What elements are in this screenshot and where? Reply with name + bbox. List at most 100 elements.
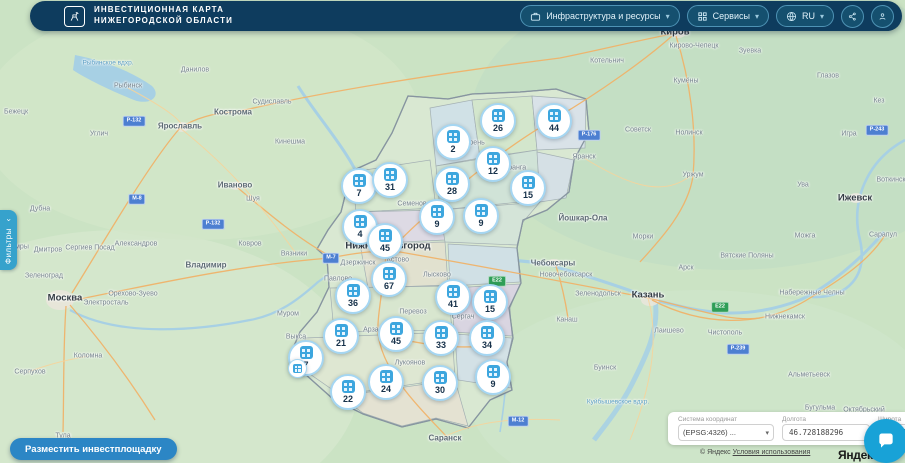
cluster-marker[interactable]: 33 <box>423 320 459 356</box>
profile-button[interactable] <box>871 5 894 28</box>
cluster-marker[interactable]: 7 <box>341 168 377 204</box>
building-icon <box>447 130 460 143</box>
building-icon <box>431 205 444 218</box>
app-window: Рыбинское вдхр.Куйбышевское вдхр.МоскваК… <box>0 0 905 463</box>
longitude-input[interactable] <box>787 427 861 438</box>
cluster-count: 4 <box>357 230 362 239</box>
map-canvas[interactable]: Рыбинское вдхр.Куйбышевское вдхр.МоскваК… <box>0 0 905 463</box>
building-icon <box>487 365 500 378</box>
map-attribution: © Яндекс Условия использования <box>700 449 810 456</box>
cluster-marker[interactable]: 67 <box>371 261 407 297</box>
infrastructure-menu-button[interactable]: Инфраструктура и ресурсы ▾ <box>520 5 679 27</box>
building-icon <box>484 290 497 303</box>
cluster-marker[interactable]: 26 <box>480 103 516 139</box>
cluster-count: 45 <box>391 337 401 346</box>
building-icon <box>354 215 367 228</box>
cluster-marker[interactable]: 22 <box>330 374 366 410</box>
cluster-marker[interactable]: 9 <box>475 359 511 395</box>
building-icon <box>475 204 488 217</box>
cluster-marker[interactable]: 24 <box>368 364 404 400</box>
cluster-marker[interactable]: 36 <box>335 278 371 314</box>
cluster-marker[interactable]: 30 <box>422 365 458 401</box>
building-icon <box>487 152 500 165</box>
building-icon <box>383 267 396 280</box>
building-icon <box>447 285 460 298</box>
cluster-marker[interactable]: 15 <box>510 170 546 206</box>
cluster-count: 34 <box>482 341 492 350</box>
cluster-count: 15 <box>523 191 533 200</box>
filters-tab-label: Фильтры <box>4 228 13 264</box>
chevron-down-icon: ▾ <box>765 429 769 437</box>
cluster-count: 12 <box>488 167 498 176</box>
copyright-text: © Яндекс <box>700 449 731 456</box>
cluster-count: 9 <box>478 219 483 228</box>
filters-tab[interactable]: › Фильтры <box>0 210 17 270</box>
share-icon <box>848 11 857 22</box>
cluster-count: 41 <box>448 300 458 309</box>
cluster-count: 24 <box>381 385 391 394</box>
cluster-count: 22 <box>343 395 353 404</box>
cluster-count: 45 <box>380 244 390 253</box>
cluster-marker[interactable]: 44 <box>536 103 572 139</box>
app-title: ИНВЕСТИЦИОННАЯ КАРТА НИЖЕГОРОДСКОЙ ОБЛАС… <box>94 5 233 27</box>
building-icon <box>380 370 393 383</box>
globe-icon <box>786 11 797 22</box>
chevron-down-icon: ▾ <box>666 12 670 21</box>
terms-link[interactable]: Условия использования <box>733 449 811 456</box>
building-icon <box>342 380 355 393</box>
cluster-count: 30 <box>435 386 445 395</box>
building-icon <box>390 322 403 335</box>
cluster-marker[interactable]: 9 <box>419 199 455 235</box>
building-icon <box>384 168 397 181</box>
coord-system-select[interactable]: (EPSG:4326) ... ▾ <box>678 424 774 441</box>
cluster-markers-layer: 2264412281573199445673641152145333472224… <box>0 0 905 463</box>
building-icon <box>435 326 448 339</box>
cluster-count: 28 <box>447 187 457 196</box>
cluster-marker[interactable]: 9 <box>463 198 499 234</box>
cluster-marker[interactable]: 28 <box>434 166 470 202</box>
briefcase-icon <box>530 11 541 22</box>
cluster-marker[interactable]: 45 <box>367 223 403 259</box>
cluster-count: 31 <box>385 183 395 192</box>
building-icon <box>434 371 447 384</box>
language-menu-button[interactable]: RU ▾ <box>776 5 834 27</box>
cluster-count: 15 <box>485 305 495 314</box>
chat-bubble-icon <box>876 431 896 451</box>
building-icon <box>293 364 302 373</box>
coord-system-label: Система координат <box>678 416 774 423</box>
chat-widget-button[interactable] <box>864 419 905 463</box>
cluster-marker[interactable]: 2 <box>435 124 471 160</box>
cluster-count: 2 <box>450 145 455 154</box>
building-icon <box>481 326 494 339</box>
cluster-marker[interactable]: 12 <box>475 146 511 182</box>
place-investment-site-button[interactable]: Разместить инвестплощадку <box>10 438 177 460</box>
cluster-count: 36 <box>348 299 358 308</box>
cluster-count: 44 <box>549 124 559 133</box>
infrastructure-menu-label: Инфраструктура и ресурсы <box>546 11 660 21</box>
cluster-marker[interactable]: 31 <box>372 162 408 198</box>
cluster-marker[interactable]: 41 <box>435 279 471 315</box>
deer-emblem-icon <box>64 6 85 27</box>
building-icon <box>446 172 459 185</box>
building-icon <box>492 109 505 122</box>
cluster-marker[interactable]: 45 <box>378 316 414 352</box>
services-menu-button[interactable]: Сервисы ▾ <box>687 5 769 27</box>
cluster-count: 21 <box>336 339 346 348</box>
chevron-icon: › <box>4 219 12 222</box>
share-button[interactable] <box>841 5 864 28</box>
building-icon <box>353 174 366 187</box>
chevron-down-icon: ▾ <box>820 12 824 21</box>
grid-icon <box>697 11 708 22</box>
cluster-count: 9 <box>434 220 439 229</box>
cluster-marker[interactable]: 34 <box>469 320 505 356</box>
header-bar: ИНВЕСТИЦИОННАЯ КАРТА НИЖЕГОРОДСКОЙ ОБЛАС… <box>30 1 902 31</box>
building-icon <box>335 324 348 337</box>
building-icon <box>300 346 313 359</box>
cluster-count: 7 <box>356 189 361 198</box>
single-placemark[interactable] <box>288 359 307 378</box>
cluster-marker[interactable]: 21 <box>323 318 359 354</box>
coord-system-value: (EPSG:4326) ... <box>683 428 736 437</box>
cluster-marker[interactable]: 15 <box>472 284 508 320</box>
cluster-count: 33 <box>436 341 446 350</box>
profile-icon <box>878 11 887 22</box>
